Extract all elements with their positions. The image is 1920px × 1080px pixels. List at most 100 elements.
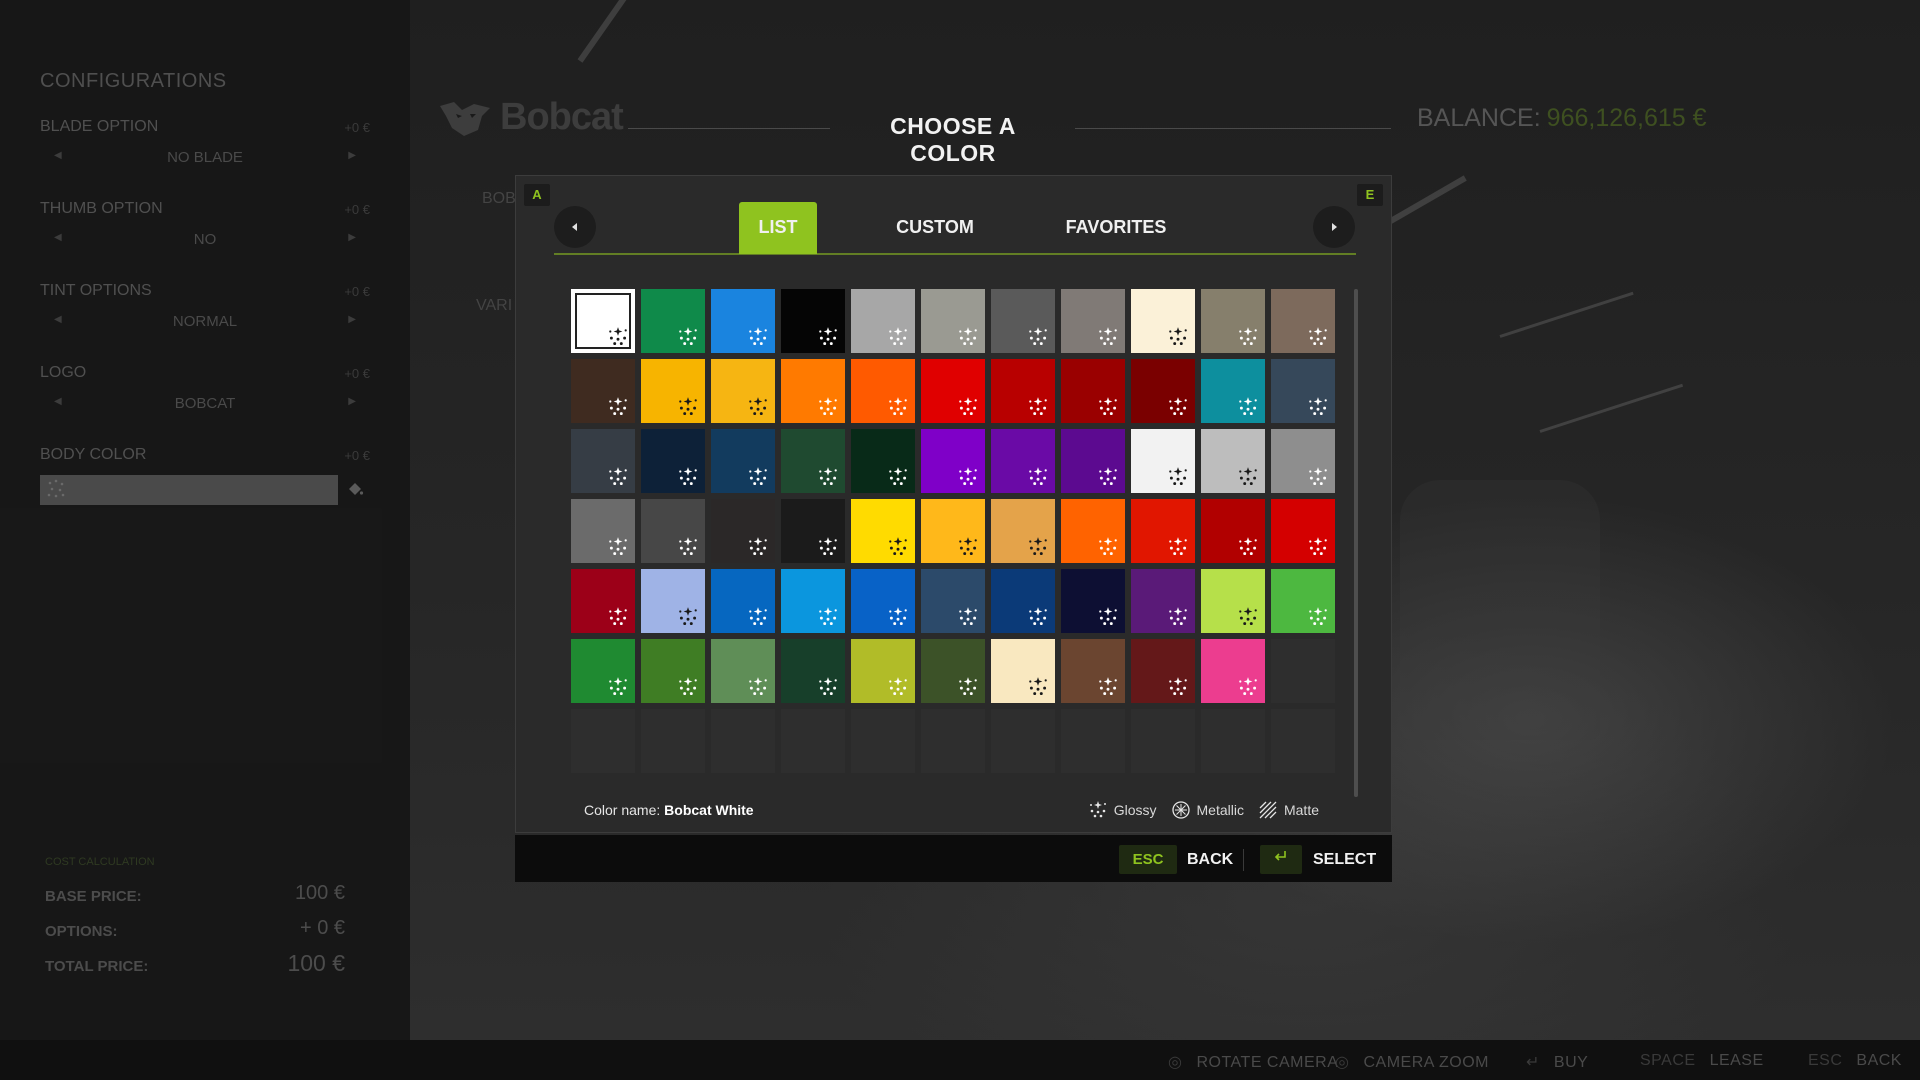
tab-favorites[interactable]: FAVORITES bbox=[1046, 202, 1186, 254]
paint-bucket-icon[interactable] bbox=[346, 480, 364, 498]
color-swatch[interactable] bbox=[711, 499, 775, 563]
color-swatch[interactable] bbox=[1131, 429, 1195, 493]
color-swatch[interactable] bbox=[851, 499, 915, 563]
color-swatch[interactable] bbox=[571, 569, 635, 633]
config-logo[interactable]: LOGO +0 € ◀ BOBCAT ▶ bbox=[40, 364, 370, 416]
tab-list[interactable]: LIST bbox=[739, 202, 817, 254]
color-swatch[interactable] bbox=[851, 359, 915, 423]
color-swatch[interactable] bbox=[921, 429, 985, 493]
color-swatch[interactable] bbox=[711, 359, 775, 423]
color-swatch[interactable] bbox=[641, 499, 705, 563]
chevron-right-icon[interactable]: ▶ bbox=[348, 396, 356, 407]
color-swatch[interactable] bbox=[851, 289, 915, 353]
color-swatch[interactable] bbox=[1131, 499, 1195, 563]
color-swatch[interactable] bbox=[1131, 639, 1195, 703]
glossy-icon bbox=[1099, 537, 1117, 556]
color-swatch[interactable] bbox=[921, 359, 985, 423]
swatch-scrollbar[interactable] bbox=[1354, 289, 1358, 797]
select-button[interactable]: SELECT bbox=[1313, 851, 1376, 869]
color-swatch[interactable] bbox=[781, 429, 845, 493]
hint-back[interactable]: ESC BACK bbox=[1808, 1052, 1902, 1070]
hint-rotate-camera[interactable]: ◎ ROTATE CAMERA bbox=[1168, 1052, 1338, 1072]
color-swatch[interactable] bbox=[1061, 429, 1125, 493]
config-tint-options[interactable]: TINT OPTIONS +0 € ◀ NORMAL ▶ bbox=[40, 282, 370, 334]
config-value: NO BLADE bbox=[167, 149, 243, 166]
color-swatch[interactable] bbox=[781, 289, 845, 353]
color-swatch[interactable] bbox=[571, 499, 635, 563]
color-swatch[interactable] bbox=[1271, 569, 1335, 633]
next-tab-button[interactable] bbox=[1313, 206, 1355, 248]
color-swatch[interactable] bbox=[921, 289, 985, 353]
color-swatch[interactable] bbox=[781, 359, 845, 423]
scrollbar-thumb[interactable] bbox=[1354, 289, 1358, 797]
color-swatch[interactable] bbox=[1061, 569, 1125, 633]
glossy-icon bbox=[1239, 467, 1257, 486]
color-swatch[interactable] bbox=[921, 639, 985, 703]
back-button[interactable]: BACK bbox=[1187, 851, 1233, 869]
color-swatch[interactable] bbox=[1201, 569, 1265, 633]
previous-tab-button[interactable] bbox=[554, 206, 596, 248]
hint-buy[interactable]: ↵ BUY bbox=[1526, 1052, 1588, 1072]
hint-label: LEASE bbox=[1709, 1052, 1764, 1069]
color-swatch[interactable] bbox=[571, 429, 635, 493]
color-swatch[interactable] bbox=[1131, 289, 1195, 353]
color-swatch[interactable] bbox=[851, 429, 915, 493]
color-swatch[interactable] bbox=[1271, 289, 1335, 353]
color-swatch[interactable] bbox=[781, 499, 845, 563]
color-swatch[interactable] bbox=[641, 429, 705, 493]
triangle-left-icon bbox=[572, 223, 577, 231]
brand-logo: Bobcat bbox=[438, 96, 624, 139]
color-swatch[interactable] bbox=[1061, 359, 1125, 423]
hint-lease[interactable]: SPACE LEASE bbox=[1640, 1052, 1764, 1070]
color-swatch[interactable] bbox=[641, 289, 705, 353]
color-swatch[interactable] bbox=[711, 429, 775, 493]
config-thumb-option[interactable]: THUMB OPTION +0 € ◀ NO ▶ bbox=[40, 200, 370, 252]
color-swatch[interactable] bbox=[641, 639, 705, 703]
color-swatch[interactable] bbox=[1061, 289, 1125, 353]
color-swatch[interactable] bbox=[571, 639, 635, 703]
glossy-icon bbox=[819, 537, 837, 556]
color-swatch[interactable] bbox=[921, 569, 985, 633]
color-swatch[interactable] bbox=[1271, 359, 1335, 423]
color-swatch[interactable] bbox=[991, 499, 1055, 563]
color-swatch[interactable] bbox=[1061, 499, 1125, 563]
color-swatch[interactable] bbox=[641, 569, 705, 633]
color-swatch[interactable] bbox=[921, 499, 985, 563]
color-swatch[interactable] bbox=[851, 639, 915, 703]
tab-custom[interactable]: CUSTOM bbox=[876, 202, 994, 254]
color-swatch[interactable] bbox=[1271, 499, 1335, 563]
glossy-icon bbox=[609, 327, 627, 346]
hint-camera-zoom[interactable]: ◎ CAMERA ZOOM bbox=[1335, 1052, 1489, 1072]
color-swatch[interactable] bbox=[1131, 569, 1195, 633]
color-swatch[interactable] bbox=[1201, 289, 1265, 353]
color-swatch[interactable] bbox=[1201, 429, 1265, 493]
color-swatch[interactable] bbox=[1201, 499, 1265, 563]
color-swatch[interactable] bbox=[711, 639, 775, 703]
color-swatch[interactable] bbox=[711, 289, 775, 353]
color-swatch[interactable] bbox=[991, 359, 1055, 423]
enter-key-hint[interactable] bbox=[1260, 845, 1302, 874]
color-swatch[interactable] bbox=[851, 569, 915, 633]
color-swatch[interactable] bbox=[641, 359, 705, 423]
color-swatch[interactable] bbox=[781, 639, 845, 703]
chevron-right-icon[interactable]: ▶ bbox=[348, 314, 356, 325]
chevron-right-icon[interactable]: ▶ bbox=[348, 232, 356, 243]
color-swatch[interactable] bbox=[991, 639, 1055, 703]
config-blade-option[interactable]: BLADE OPTION +0 € ◀ NO BLADE ▶ bbox=[40, 118, 370, 170]
esc-key-hint[interactable]: ESC bbox=[1119, 845, 1177, 874]
color-swatch[interactable] bbox=[1271, 429, 1335, 493]
chevron-right-icon[interactable]: ▶ bbox=[348, 150, 356, 161]
color-swatch[interactable] bbox=[571, 289, 635, 353]
color-swatch[interactable] bbox=[1061, 639, 1125, 703]
color-swatch[interactable] bbox=[991, 429, 1055, 493]
color-swatch[interactable] bbox=[991, 289, 1055, 353]
color-swatch[interactable] bbox=[1131, 359, 1195, 423]
header-divider bbox=[628, 128, 830, 129]
body-color-swatch[interactable] bbox=[40, 475, 338, 505]
color-swatch[interactable] bbox=[1201, 359, 1265, 423]
color-swatch[interactable] bbox=[991, 569, 1055, 633]
color-swatch[interactable] bbox=[571, 359, 635, 423]
color-swatch[interactable] bbox=[711, 569, 775, 633]
color-swatch[interactable] bbox=[781, 569, 845, 633]
color-swatch[interactable] bbox=[1201, 639, 1265, 703]
